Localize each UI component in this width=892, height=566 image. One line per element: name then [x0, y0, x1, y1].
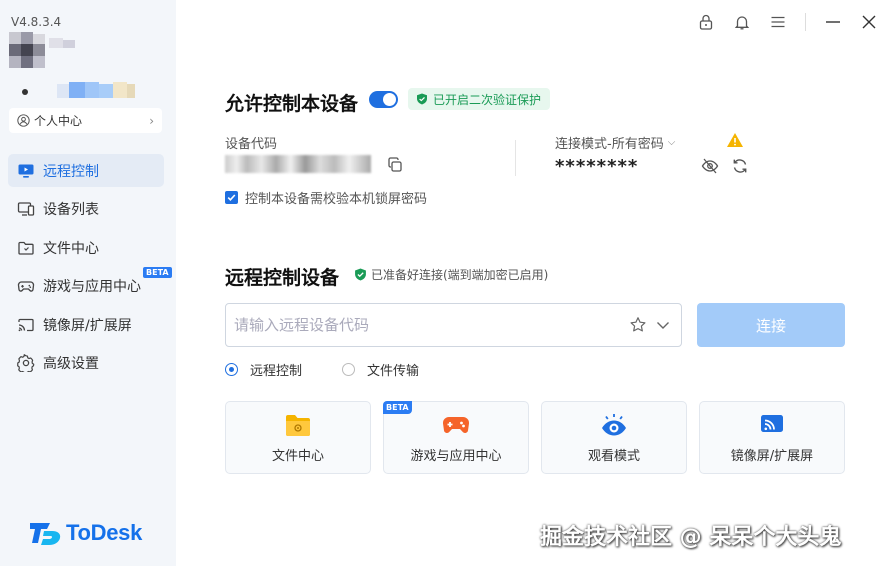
sidebar-item-device-list[interactable]: 设备列表 — [8, 193, 164, 226]
chevron-down-icon[interactable] — [655, 317, 671, 333]
sidebar-item-label: 高级设置 — [43, 356, 99, 372]
beta-badge: BETA — [383, 401, 412, 414]
minimize-icon[interactable] — [824, 13, 842, 31]
avatar[interactable] — [9, 32, 139, 102]
cast-icon — [761, 414, 783, 432]
todesk-logo: ToDesk — [30, 520, 142, 546]
lock-icon[interactable] — [697, 13, 715, 31]
sidebar-item-game-app-center[interactable]: 游戏与应用中心 BETA — [8, 266, 172, 303]
card-label: 游戏与应用中心 — [410, 448, 502, 464]
beta-badge: BETA — [143, 266, 172, 278]
window-controls — [679, 13, 878, 31]
connect-button[interactable]: 连接 — [697, 303, 845, 347]
radio-button[interactable] — [225, 363, 238, 376]
remote-control-icon — [18, 164, 34, 178]
divider — [515, 140, 516, 176]
sidebar: V4.8.3.4 个人中心 › 远程控制 设备列表 文件中心 游戏与应用中心 B… — [0, 0, 176, 566]
todesk-logo-icon — [30, 523, 61, 545]
sidebar-nav: 远程控制 设备列表 文件中心 游戏与应用中心 BETA 镜像屏/扩展屏 高级设置 — [8, 154, 172, 385]
connection-mode-dropdown[interactable]: 连接模式-所有密码 ⌵ — [555, 133, 675, 152]
close-icon[interactable] — [860, 13, 878, 31]
shield-check-icon — [417, 93, 427, 105]
connection-mode-label: 连接模式-所有密码 — [555, 137, 664, 152]
logo-text: ToDesk — [66, 520, 143, 545]
connection-status-text: 已准备好连接(端到端加密已启用) — [371, 268, 549, 282]
cast-icon — [18, 318, 34, 331]
user-icon — [17, 114, 30, 127]
sidebar-item-label: 设备列表 — [43, 202, 99, 218]
radio-file-transfer[interactable]: 文件传输 — [342, 360, 419, 379]
card-label: 文件中心 — [271, 448, 324, 464]
folder-icon — [286, 414, 310, 436]
sidebar-item-label: 远程控制 — [43, 163, 99, 180]
password-value: ******** — [555, 156, 639, 177]
personal-center-button[interactable]: 个人中心 › — [9, 108, 162, 133]
device-code-label: 设备代码 — [225, 137, 278, 152]
bell-icon[interactable] — [733, 13, 751, 31]
verify-badge-label: 已开启二次验证保护 — [433, 92, 542, 107]
lock-screen-checkbox[interactable]: 控制本设备需校验本机锁屏密码 — [225, 188, 427, 207]
gamepad-icon — [442, 416, 470, 433]
card-label: 观看模式 — [587, 448, 640, 464]
version-label: V4.8.3.4 — [11, 15, 62, 29]
chevron-down-icon: ⌵ — [667, 137, 676, 148]
remote-code-field — [225, 303, 682, 347]
menu-icon[interactable] — [769, 13, 787, 31]
radio-remote-control[interactable]: 远程控制 — [225, 360, 302, 379]
verify-badge: 已开启二次验证保护 — [408, 88, 551, 110]
sidebar-item-advanced-settings[interactable]: 高级设置 — [8, 347, 164, 380]
shield-check-icon — [355, 268, 366, 281]
allow-control-toggle[interactable] — [369, 91, 398, 108]
star-icon[interactable] — [629, 316, 647, 334]
radio-button[interactable] — [342, 363, 355, 376]
remote-code-input[interactable] — [234, 316, 623, 334]
card-watch-mode[interactable]: 观看模式 — [541, 401, 687, 474]
refresh-icon[interactable] — [731, 157, 749, 175]
sidebar-item-label: 文件中心 — [43, 240, 99, 257]
gamepad-icon — [17, 281, 35, 292]
folder-icon — [18, 241, 34, 255]
copy-icon[interactable] — [387, 157, 403, 173]
chevron-right-icon: › — [149, 113, 154, 128]
checkbox[interactable] — [225, 191, 238, 204]
radio-label: 远程控制 — [250, 364, 303, 379]
device-list-icon — [17, 202, 35, 216]
sidebar-item-remote-control[interactable]: 远程控制 — [8, 154, 164, 187]
gear-icon — [17, 354, 35, 372]
card-file-center[interactable]: 文件中心 — [225, 401, 371, 474]
watermark-text: 掘金技术社区 @ 呆呆个大头鬼 — [540, 525, 842, 550]
checkbox-label: 控制本设备需校验本机锁屏密码 — [245, 192, 428, 207]
sidebar-item-label: 游戏与应用中心 — [43, 279, 141, 295]
card-label: 镜像屏/扩展屏 — [730, 448, 814, 464]
divider — [805, 13, 806, 31]
sidebar-item-mirror-screen[interactable]: 镜像屏/扩展屏 — [8, 308, 164, 341]
card-mirror-screen[interactable]: 镜像屏/扩展屏 — [699, 401, 845, 474]
sidebar-item-file-center[interactable]: 文件中心 — [8, 231, 164, 264]
personal-center-label: 个人中心 — [34, 114, 83, 128]
warning-icon[interactable] — [726, 132, 744, 148]
sidebar-item-label: 镜像屏/扩展屏 — [43, 317, 132, 334]
allow-control-title: 允许控制本设备 — [225, 93, 359, 115]
eye-off-icon[interactable] — [701, 157, 719, 175]
device-code-value — [225, 155, 371, 173]
remote-control-title: 远程控制设备 — [225, 267, 340, 289]
card-game-app-center[interactable]: BETA 游戏与应用中心 — [383, 401, 529, 474]
eye-watch-icon — [602, 413, 626, 435]
radio-label: 文件传输 — [367, 364, 420, 379]
connection-status: 已准备好连接(端到端加密已启用) — [354, 266, 548, 283]
